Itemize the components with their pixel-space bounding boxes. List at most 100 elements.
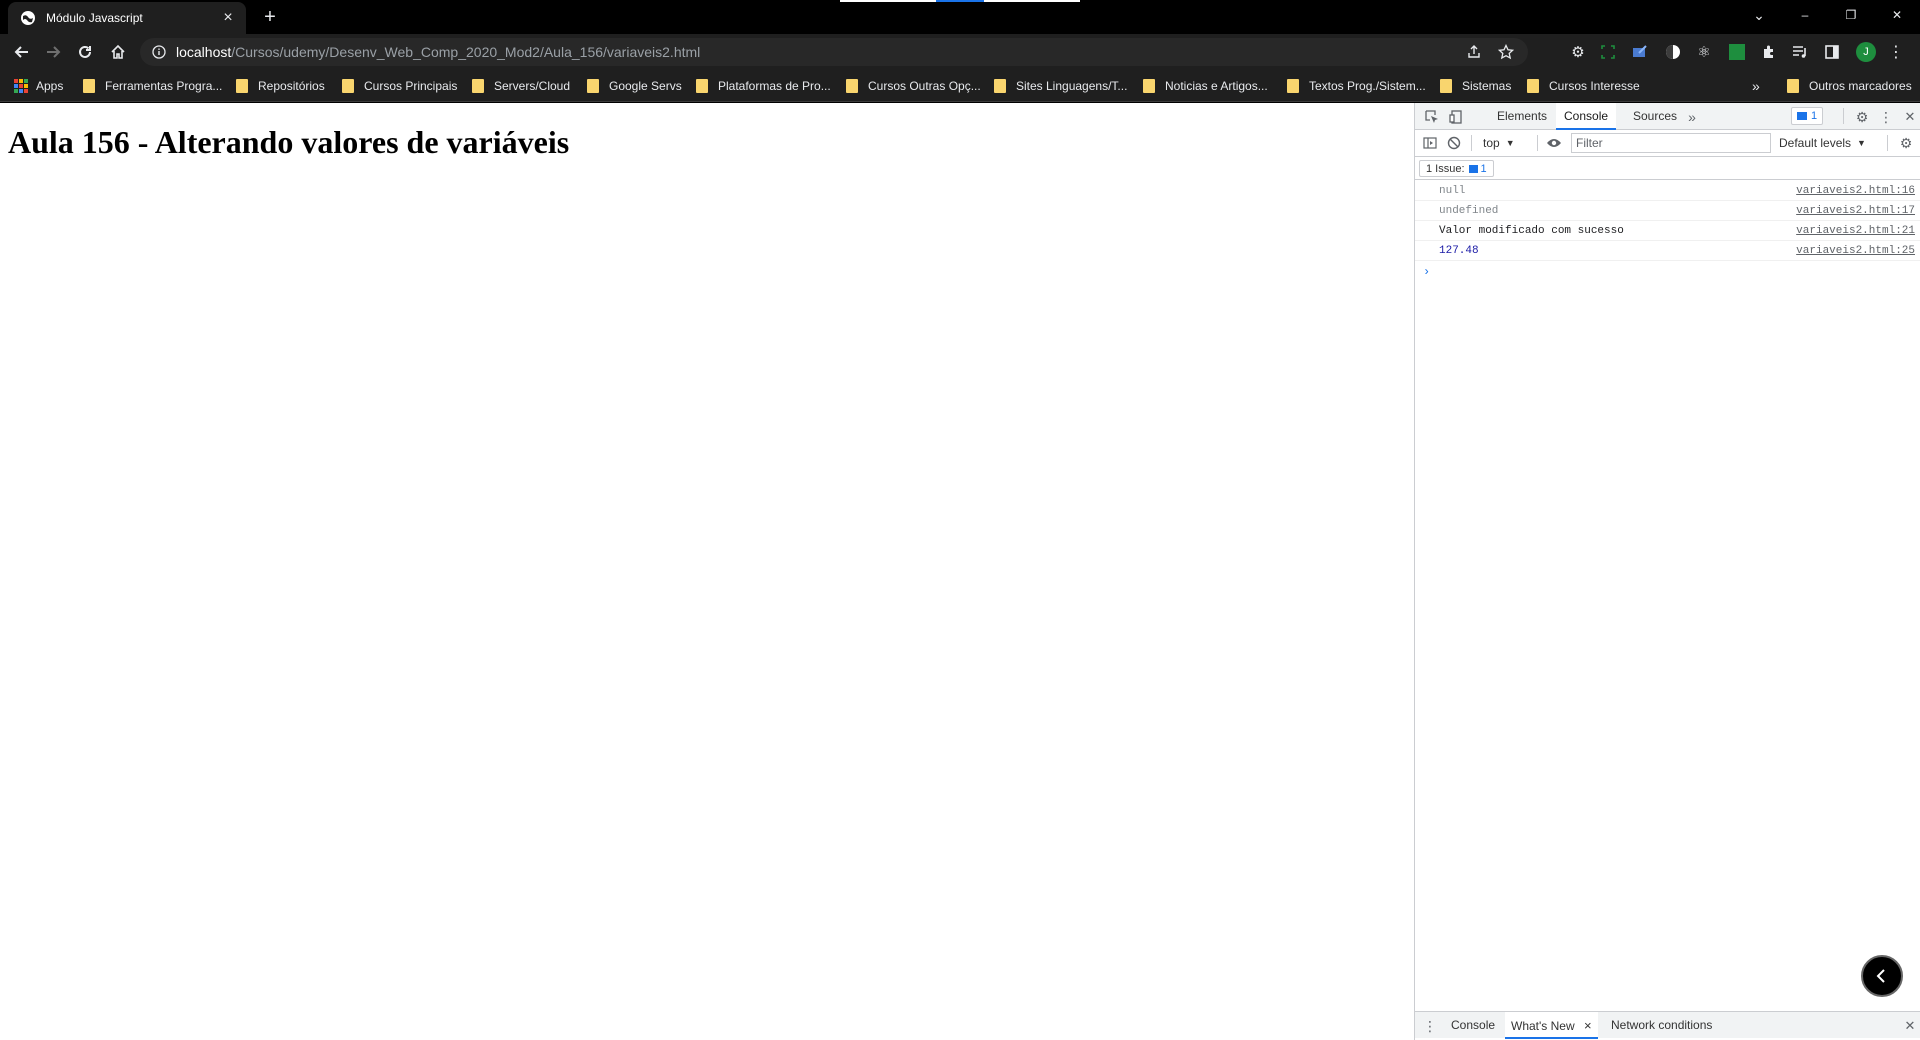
console-message: 127.48 variaveis2.html:25 [1415,241,1920,261]
folder-icon [587,79,599,93]
bookmark-folder-label: Plataformas de Pro... [718,79,831,93]
bookmark-folder-8[interactable]: Noticias e Artigos... [1143,77,1268,95]
url-host: localhost [176,44,232,60]
extension-blue-button[interactable] [1630,42,1650,62]
back-button[interactable] [10,40,34,64]
devtools-tab-bar: Elements Console Sources » 1 ⚙ ⋮ ✕ [1415,103,1920,130]
console-message-value: undefined [1439,205,1499,217]
tab-sources[interactable]: Sources [1625,103,1685,130]
close-window-button[interactable]: ✕ [1874,0,1920,30]
reload-button[interactable] [73,40,97,64]
bookmark-apps-label: Apps [36,79,64,93]
url-text: localhost/Cursos/udemy/Desenv_Web_Comp_2… [176,44,700,60]
live-expression-button[interactable] [1545,134,1563,152]
console-filter-input[interactable] [1571,133,1771,153]
bookmark-folder-label: Servers/Cloud [494,79,571,93]
drawer-tab-whats-new[interactable]: What's New × [1505,1012,1598,1039]
bookmark-folder-0[interactable]: Ferramentas Progra... [83,77,222,95]
context-selector[interactable]: top ▼ [1483,134,1515,152]
extensions-button[interactable] [1759,42,1779,62]
extension-react-button[interactable]: ⚛ [1694,42,1714,62]
more-tabs-button[interactable]: » [1683,108,1701,126]
restore-button[interactable]: ❐ [1828,0,1874,30]
info-icon[interactable] [152,45,166,59]
device-toolbar-button[interactable] [1447,108,1465,126]
bookmark-folder-10[interactable]: Sistemas [1440,77,1511,95]
puzzle-icon [1764,45,1773,58]
bookmarks-overflow-button[interactable]: » [1752,77,1760,95]
devtools-menu-button[interactable]: ⋮ [1877,108,1895,126]
bookmark-apps[interactable]: Apps [14,77,63,95]
circle-half-icon [1666,45,1680,59]
bookmark-folder-2[interactable]: Cursos Principais [342,77,457,95]
issues-count: 1 [1480,162,1487,175]
device-icon [1449,110,1462,124]
extension-gear-button[interactable]: ⚙ [1568,42,1588,62]
edit-box-icon [1633,45,1647,57]
bookmark-folder-7[interactable]: Sites Linguagens/T... [994,77,1127,95]
browser-tab-active[interactable]: Módulo Javascript × [8,2,246,34]
tab-title: Módulo Javascript [46,11,143,25]
console-settings-button[interactable]: ⚙ [1897,134,1915,152]
console-message-source-link[interactable]: variaveis2.html:16 [1796,185,1915,197]
folder-icon [1143,79,1155,93]
bookmark-folder-6[interactable]: Cursos Outras Opç... [846,77,981,95]
console-message: Valor modificado com sucesso variaveis2.… [1415,221,1920,241]
bookmark-folder-label: Noticias e Artigos... [1165,79,1268,93]
chrome-menu-button[interactable]: ⋮ [1886,42,1906,62]
bookmark-folder-3[interactable]: Servers/Cloud [472,77,570,95]
floating-back-button[interactable] [1861,955,1903,997]
show-sidebar-button[interactable] [1421,134,1439,152]
side-panel-button[interactable] [1822,42,1842,62]
address-bar[interactable]: localhost/Cursos/udemy/Desenv_Web_Comp_2… [140,38,1528,66]
extension-circle-button[interactable] [1663,42,1683,62]
extension-green-button[interactable] [1727,42,1747,62]
tab-close-button[interactable]: × [220,9,236,26]
bookmark-folder-1[interactable]: Repositórios [236,77,325,95]
devtools-drawer-tabs: ⋮ Console What's New × Network condition… [1415,1011,1920,1039]
star-icon [1498,44,1514,60]
tab-search-button[interactable]: ⌄ [1736,0,1782,30]
console-message-value: 127.48 [1439,245,1479,257]
close-icon[interactable]: × [1584,1018,1592,1033]
bookmark-folder-label: Google Servs [609,79,682,93]
media-control-button[interactable] [1790,42,1810,62]
page-viewport: Aula 156 - Alterando valores de variávei… [0,103,1414,1040]
drawer-close-button[interactable]: ✕ [1901,1017,1919,1035]
tab-console[interactable]: Console [1556,103,1617,130]
drawer-tab-network-conditions[interactable]: Network conditions [1605,1012,1718,1039]
minimize-button[interactable]: – [1782,0,1828,30]
dropdown-arrow-icon: ▼ [1505,138,1515,148]
console-prompt[interactable]: › [1423,265,1430,279]
console-message-source-link[interactable]: variaveis2.html:21 [1796,225,1915,237]
page-heading: Aula 156 - Alterando valores de variávei… [8,124,570,160]
clear-console-button[interactable] [1445,134,1463,152]
messages-badge[interactable]: 1 [1791,107,1824,125]
bookmark-folder-9[interactable]: Textos Prog./Sistem... [1287,77,1426,95]
devtools-close-button[interactable]: ✕ [1901,108,1919,126]
console-message-source-link[interactable]: variaveis2.html:25 [1796,245,1915,257]
folder-icon [1440,79,1452,93]
log-levels-dropdown[interactable]: Default levels ▼ [1779,134,1866,152]
bookmark-folder-5[interactable]: Plataformas de Pro... [696,77,831,95]
drawer-tab-console[interactable]: Console [1445,1012,1501,1039]
share-button[interactable] [1460,38,1488,66]
bookmark-other[interactable]: Outros marcadores [1787,77,1912,95]
home-button[interactable] [106,40,130,64]
gear-icon: ⚙ [1855,108,1869,125]
profile-avatar[interactable]: J [1856,42,1876,62]
console-message-source-link[interactable]: variaveis2.html:17 [1796,205,1915,217]
devtools-settings-button[interactable]: ⚙ [1853,108,1871,126]
arrow-left-icon [14,46,28,58]
new-tab-button[interactable]: + [260,7,280,28]
extension-screenshot-button[interactable] [1598,42,1618,62]
tab-elements[interactable]: Elements [1489,103,1555,130]
bookmark-folder-label: Sites Linguagens/T... [1016,79,1128,93]
bookmark-folder-11[interactable]: Cursos Interesse [1527,77,1640,95]
inspect-element-button[interactable] [1423,108,1441,126]
bookmark-star-button[interactable] [1492,38,1520,66]
forward-button[interactable] [41,40,65,64]
issues-button[interactable]: 1 Issue: 1 [1419,160,1494,177]
drawer-menu-button[interactable]: ⋮ [1421,1017,1439,1035]
bookmark-folder-4[interactable]: Google Servs [587,77,682,95]
